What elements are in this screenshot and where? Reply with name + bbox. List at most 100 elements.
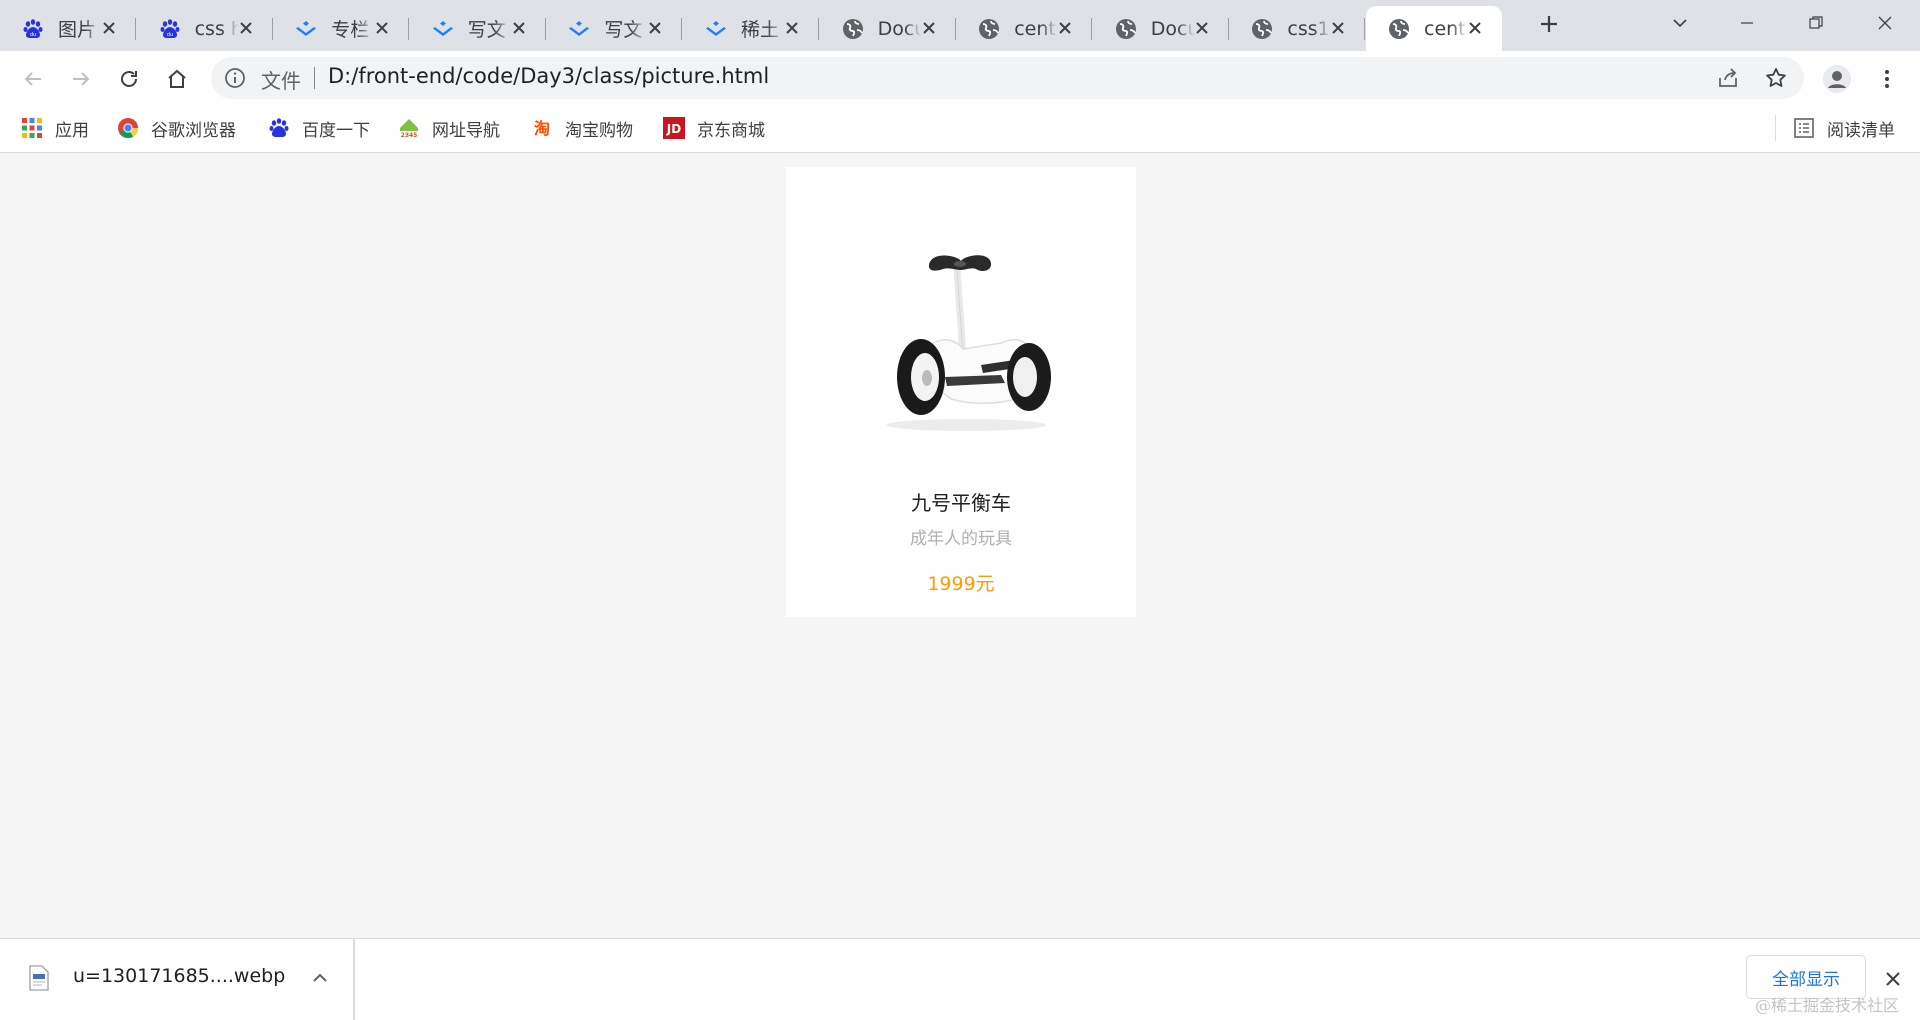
tab[interactable]: du css h [137, 6, 273, 51]
tab[interactable]: du 图片 [0, 6, 136, 51]
tab[interactable]: Docu [1093, 6, 1229, 51]
bookmark-star-icon[interactable] [1764, 66, 1788, 90]
svg-text:淘: 淘 [534, 119, 550, 138]
chevron-up-icon[interactable] [308, 966, 332, 990]
close-window-button[interactable] [1870, 8, 1900, 38]
close-icon[interactable] [781, 17, 803, 39]
tab-title: 写文 [604, 19, 643, 41]
close-icon[interactable] [508, 17, 530, 39]
close-icon[interactable] [1191, 17, 1213, 39]
svg-text:JD: JD [666, 122, 681, 136]
tab-title: 稀土 [741, 19, 780, 41]
close-icon[interactable] [235, 17, 257, 39]
bookmark-label: 谷歌浏览器 [151, 120, 236, 141]
tab-strip: du 图片 du css h 专栏 写文 写文 稀土 Docu cent Docu css1 cent [0, 0, 1920, 51]
plus-icon [1541, 16, 1557, 32]
close-icon[interactable] [1880, 966, 1906, 992]
profile-button[interactable] [1822, 64, 1852, 94]
more-vertical-icon [1885, 70, 1889, 88]
url-divider [314, 67, 315, 89]
bookmark-taobao[interactable]: 淘 淘宝购物 [530, 115, 633, 141]
bookmarks-bar: 应用 谷歌浏览器 百度一下 2345 网址导航 淘 淘宝购物 JD 京东商城 阅… [0, 105, 1920, 153]
tab[interactable]: cent [956, 6, 1093, 51]
bookmark-apps[interactable]: 应用 [20, 115, 89, 141]
close-icon[interactable] [1327, 17, 1349, 39]
minimize-button[interactable] [1732, 8, 1762, 38]
page-viewport: 九号平衡车 成年人的玩具 1999元 [0, 154, 1920, 938]
tab-title: 图片 [58, 19, 97, 41]
tab[interactable]: css1 [1229, 6, 1366, 51]
bookmark-jd[interactable]: JD 京东商城 [662, 115, 765, 141]
tab[interactable]: 专栏 [273, 6, 410, 51]
juejin-icon [568, 18, 590, 40]
share-icon[interactable] [1716, 66, 1740, 90]
close-icon[interactable] [1464, 17, 1486, 39]
info-icon[interactable] [224, 67, 246, 89]
download-filename: u=130171685....webp [73, 965, 286, 987]
tab-search-button[interactable] [1665, 8, 1695, 38]
bookmark-label: 京东商城 [697, 120, 765, 141]
juejin-icon [705, 18, 727, 40]
tab[interactable]: 写文 [410, 6, 546, 51]
close-icon [1878, 16, 1892, 30]
reading-list-icon [1792, 116, 1816, 140]
tab[interactable]: cent [1366, 6, 1502, 51]
browser-toolbar: 文件 D:/front-end/code/Day3/class/picture.… [0, 51, 1920, 105]
tab-title: cent [1424, 17, 1466, 40]
close-icon[interactable] [98, 17, 120, 39]
url-text[interactable]: D:/front-end/code/Day3/class/picture.htm… [328, 64, 769, 88]
product-card[interactable]: 九号平衡车 成年人的玩具 1999元 [786, 167, 1136, 617]
reading-list-button[interactable]: 阅读清单 [1792, 115, 1895, 141]
bookmark-2345[interactable]: 2345 网址导航 [397, 115, 500, 141]
bookmark-label: 淘宝购物 [565, 120, 633, 141]
jd-icon: JD [662, 116, 686, 140]
tab[interactable]: 写文 [546, 6, 683, 51]
home-button[interactable] [162, 64, 192, 94]
back-button[interactable] [18, 64, 48, 94]
home-icon [168, 69, 186, 88]
chevron-down-icon [1673, 19, 1687, 28]
forward-button[interactable] [66, 64, 96, 94]
bookmark-label: 应用 [55, 120, 89, 141]
restore-icon [1809, 16, 1823, 29]
restore-button[interactable] [1801, 8, 1831, 38]
new-tab-button[interactable] [1536, 11, 1562, 37]
globe-icon [1251, 18, 1273, 40]
tab[interactable]: 稀土 [683, 6, 819, 51]
close-icon[interactable] [918, 17, 940, 39]
product-price: 1999元 [927, 573, 995, 595]
address-bar[interactable]: 文件 D:/front-end/code/Day3/class/picture.… [211, 57, 1804, 99]
tab-title: cent [1014, 17, 1056, 40]
reload-button[interactable] [114, 64, 144, 94]
avatar-icon [1823, 65, 1851, 93]
svg-text:du: du [166, 32, 172, 38]
file-icon [29, 965, 49, 991]
arrow-right-icon [73, 72, 90, 86]
tab-title: 写文 [467, 19, 506, 41]
close-icon[interactable] [1054, 17, 1076, 39]
tab-title: Docu [877, 17, 922, 40]
svg-text:2345: 2345 [401, 132, 418, 139]
balance-scooter-image [886, 255, 1051, 431]
svg-text:du: du [30, 32, 36, 38]
download-item[interactable]: u=130171685....webp [0, 939, 355, 1020]
minimize-icon [1741, 22, 1753, 24]
bookmark-label: 百度一下 [302, 120, 370, 141]
juejin-icon [295, 18, 317, 40]
bookmark-label: 网址导航 [432, 120, 500, 141]
tab[interactable]: Docu [820, 6, 956, 51]
close-icon[interactable] [371, 17, 393, 39]
globe-icon [1115, 18, 1137, 40]
bookmark-chrome[interactable]: 谷歌浏览器 [116, 115, 236, 141]
globe-icon [1388, 18, 1410, 40]
close-icon[interactable] [644, 17, 666, 39]
downloads-bar: u=130171685....webp 全部显示 [0, 938, 1920, 1020]
baidu-paw-icon [267, 116, 291, 140]
product-description: 成年人的玩具 [910, 529, 1012, 549]
bookmark-baidu[interactable]: 百度一下 [267, 115, 370, 141]
apps-grid-icon [20, 116, 44, 140]
tab-title: css1 [1287, 17, 1330, 40]
globe-icon [978, 18, 1000, 40]
menu-button[interactable] [1872, 64, 1902, 94]
taobao-icon: 淘 [530, 116, 554, 140]
